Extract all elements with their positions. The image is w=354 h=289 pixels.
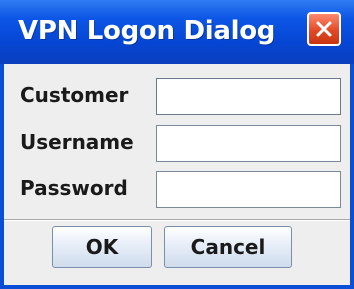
username-label: Username [20, 130, 134, 154]
customer-row: Customer [4, 74, 350, 118]
window-title: VPN Logon Dialog [18, 16, 276, 46]
ok-button[interactable]: OK [52, 226, 152, 268]
password-label: Password [20, 176, 128, 200]
vpn-logon-dialog: VPN Logon Dialog Customer Username Passw… [0, 0, 354, 289]
customer-field[interactable] [156, 78, 341, 115]
password-row: Password [4, 167, 350, 211]
username-field[interactable] [156, 125, 341, 162]
cancel-button[interactable]: Cancel [164, 226, 292, 268]
title-bar[interactable]: VPN Logon Dialog [0, 0, 354, 64]
close-icon [316, 21, 332, 37]
customer-label: Customer [20, 83, 129, 107]
password-field[interactable] [156, 171, 341, 208]
logon-form: Customer Username Password [4, 64, 350, 218]
button-divider-highlight [4, 220, 350, 221]
username-row: Username [4, 121, 350, 165]
close-button[interactable] [307, 12, 341, 46]
